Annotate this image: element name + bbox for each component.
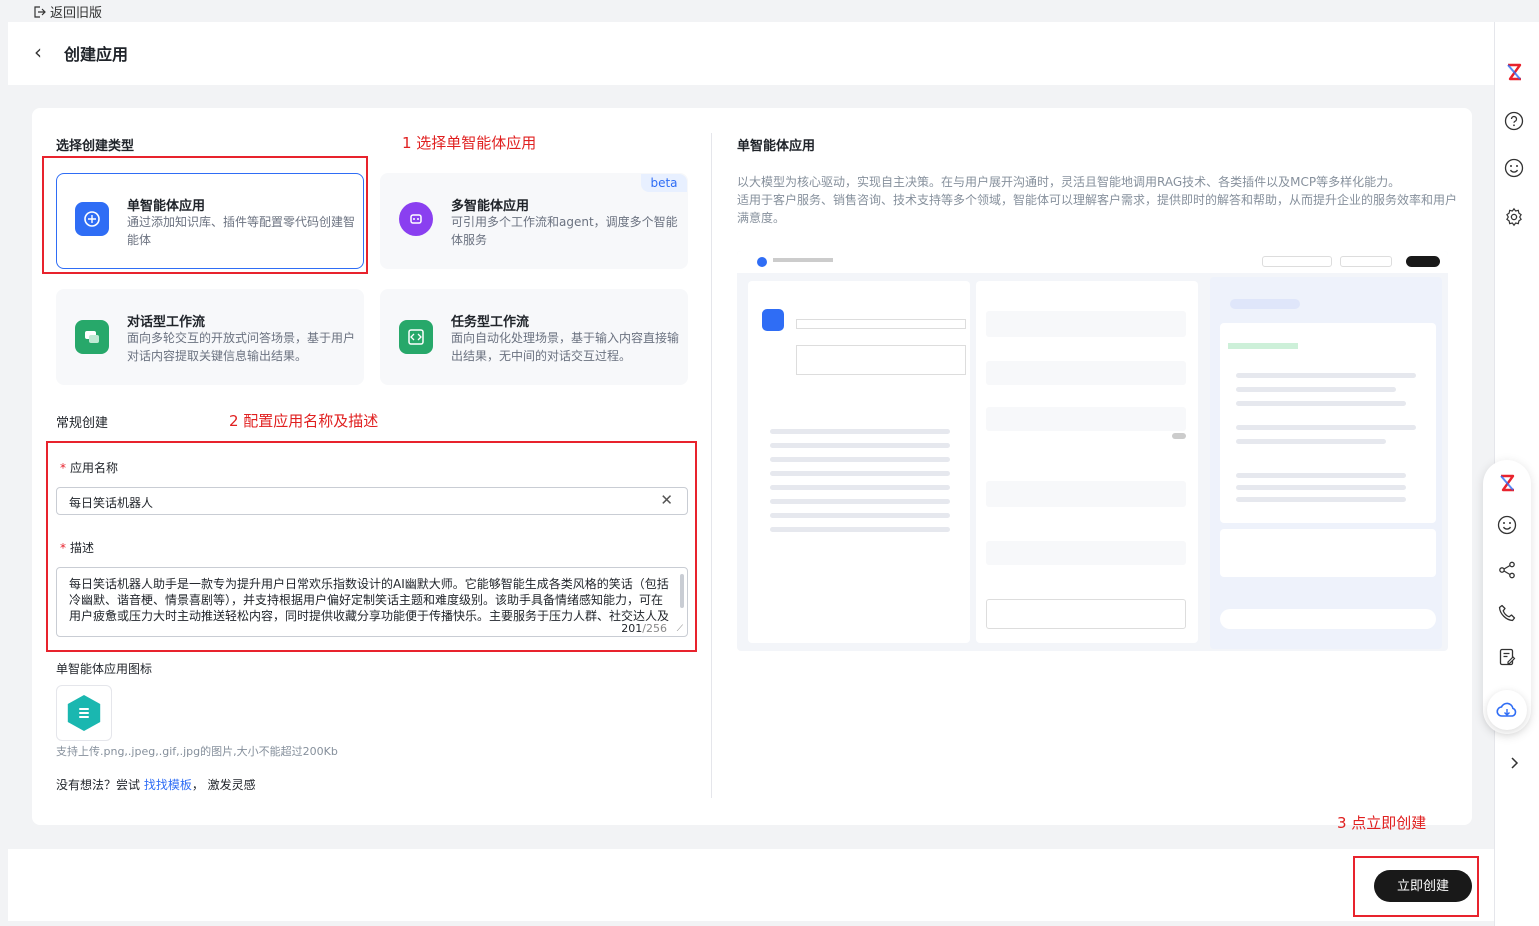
cloud-service-icon[interactable] [1487, 690, 1527, 730]
feedback-smile-icon[interactable] [1503, 157, 1525, 179]
type-desc: 面向自动化处理场景，基于输入内容直接输出结果，无中间的对话交互过程。 [451, 331, 680, 363]
settings-gear-icon[interactable] [1503, 206, 1525, 228]
type-card-chat-workflow[interactable]: 对话型工作流 面向多轮交互的开放式问答场景，基于用户对话内容提取关键信息输出结果… [56, 289, 364, 385]
template-hint: 没有想法？尝试 找找模板， 激发灵感 [56, 778, 256, 792]
annotation-step-1: 1 选择单智能体应用 [402, 134, 537, 152]
annotation-step-2: 2 配置应用名称及描述 [229, 412, 379, 430]
icon-hint: 支持上传.png,.jpeg,.gif,.jpg的图片,大小不能超过200Kb [56, 745, 338, 758]
app-icon-upload[interactable] [56, 685, 112, 741]
find-template-link[interactable]: 找找模板 [144, 778, 192, 792]
annotation-box-form [46, 441, 697, 652]
normal-create-title: 常规创建 [56, 416, 109, 431]
task-workflow-icon [399, 320, 433, 354]
preview-screenshot [737, 251, 1448, 651]
back-to-old-version-link[interactable]: 返回旧版 [32, 2, 102, 21]
back-arrow-icon[interactable]: ‹ [34, 40, 50, 64]
type-name: 对话型工作流 [127, 315, 206, 330]
type-name: 任务型工作流 [451, 315, 530, 330]
topbar: 返回旧版 [0, 0, 1494, 22]
app-icon-image [67, 695, 101, 731]
share-icon[interactable] [1496, 559, 1518, 581]
multi-agent-icon [399, 202, 433, 236]
back-to-old-version-label: 返回旧版 [50, 6, 103, 21]
select-type-title: 选择创建类型 [56, 139, 135, 154]
help-icon[interactable] [1503, 110, 1525, 132]
type-card-task-workflow[interactable]: 任务型工作流 面向自动化处理场景，基于输入内容直接输出结果，无中间的对话交互过程… [380, 289, 688, 385]
chat-workflow-icon [75, 320, 109, 354]
page-header: ‹ 创建应用 [8, 22, 1494, 85]
annotation-step-3: 3 点立即创建 [1337, 814, 1427, 832]
column-divider [711, 133, 712, 798]
smile-icon[interactable] [1496, 514, 1518, 536]
create-now-button[interactable]: 立即创建 [1374, 870, 1472, 902]
preview-description: 以大模型为核心驱动，实现自主决策。在与用户展开沟通时，灵活且智能地调用RAG技术… [737, 175, 1458, 225]
exit-icon [34, 5, 46, 18]
type-desc: 面向多轮交互的开放式问答场景，基于用户对话内容提取关键信息输出结果。 [127, 331, 356, 363]
preview-title: 单智能体应用 [737, 139, 816, 154]
type-desc: 可引用多个工作流和agent，调度多个智能体服务 [451, 215, 678, 247]
page-title: 创建应用 [64, 45, 129, 64]
phone-icon[interactable] [1496, 602, 1518, 624]
page-footer [8, 849, 1494, 921]
preview-topbar [737, 251, 1448, 273]
type-name: 多智能体应用 [451, 199, 530, 214]
type-card-multi-agent[interactable]: beta 多智能体应用 可引用多个工作流和agent，调度多个智能体服务 [380, 173, 688, 269]
annotation-box-type [42, 156, 368, 274]
brand-float-icon[interactable] [1496, 472, 1518, 494]
chevron-right-icon[interactable] [1503, 752, 1525, 774]
edit-note-icon[interactable] [1496, 646, 1518, 668]
beta-badge: beta [641, 174, 687, 192]
brand-logo-icon[interactable] [1503, 61, 1525, 83]
icon-label: 单智能体应用图标 [56, 662, 153, 676]
